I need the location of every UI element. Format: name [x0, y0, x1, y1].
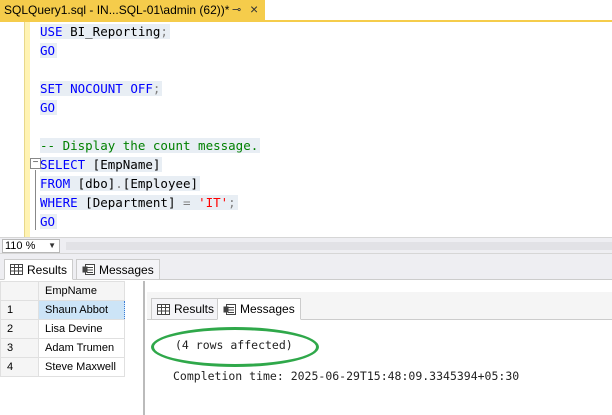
code-line-text: SELECT [EmpName]	[40, 157, 163, 172]
code-token: GO	[40, 214, 56, 229]
code-line-text: WHERE [Department] = 'IT';	[40, 195, 238, 210]
row-number[interactable]: 3	[0, 338, 39, 358]
code-token: -- Display the count message.	[40, 138, 259, 153]
code-line[interactable]: FROM [dbo].[Employee]	[40, 174, 260, 193]
messages-icon	[223, 303, 236, 315]
code-line-text: SET NOCOUNT OFF;	[40, 81, 163, 96]
code-line[interactable]: -- Display the count message.	[40, 136, 261, 155]
code-token: OFF	[130, 81, 153, 96]
messages-panel: Results Messages (4 rows affected) Compl…	[147, 292, 612, 415]
inner-tab-messages[interactable]: Messages	[217, 298, 301, 320]
code-line[interactable]	[40, 60, 260, 79]
code-line[interactable]: USE BI_Reporting;	[40, 22, 260, 41]
code-token: [Department]	[77, 195, 183, 210]
code-token: 'IT'	[198, 195, 229, 210]
table-row[interactable]: 1 Shaun Abbot	[0, 300, 125, 320]
results-pane: Results Messages EmpName 1 Shaun Abbot 2…	[0, 254, 612, 415]
tab-results-label: Results	[27, 262, 68, 277]
editor-status-bar: 110 % ▼	[0, 237, 612, 254]
code-line[interactable]: SET NOCOUNT OFF;	[40, 79, 260, 98]
chevron-down-icon: ▼	[48, 241, 56, 250]
table-row[interactable]: 4 Steve Maxwell	[0, 357, 125, 377]
inner-tab-results-label: Results	[174, 302, 215, 316]
results-table: EmpName 1 Shaun Abbot 2 Lisa Devine 3 Ad…	[0, 281, 125, 377]
completion-time-message: Completion time: 2025-06-29T15:48:09.334…	[173, 369, 520, 383]
code-token: NOCOUNT	[70, 81, 123, 96]
inner-tab-results[interactable]: Results	[151, 298, 221, 320]
code-token: WHERE	[40, 195, 78, 210]
horizontal-scrollbar[interactable]	[66, 242, 612, 250]
zoom-dropdown[interactable]: 110 % ▼	[2, 239, 60, 253]
results-grid[interactable]: EmpName 1 Shaun Abbot 2 Lisa Devine 3 Ad…	[0, 281, 145, 415]
code-line[interactable]: GO	[40, 212, 260, 231]
collapse-icon[interactable]: −	[30, 158, 41, 169]
row-number[interactable]: 4	[0, 357, 39, 377]
code-token: USE	[40, 24, 63, 39]
code-token: [EmpName]	[85, 157, 161, 172]
code-line-text: USE BI_Reporting;	[40, 24, 170, 39]
code-line-text: GO	[40, 100, 58, 115]
grid-cell[interactable]: Adam Trumen	[38, 338, 125, 358]
code-line[interactable]: SELECT [EmpName]	[40, 155, 260, 174]
code-token: GO	[40, 100, 56, 115]
code-line-text: -- Display the count message.	[40, 138, 261, 153]
row-number[interactable]: 1	[0, 300, 39, 320]
code-token: SELECT	[40, 157, 86, 172]
code-token: ;	[152, 81, 161, 96]
document-tab-strip: SQLQuery1.sql - IN...SQL-01\admin (62))*…	[0, 0, 612, 22]
code-line[interactable]: GO	[40, 41, 260, 60]
query-tab-title: SQLQuery1.sql - IN...SQL-01\admin (62))*	[4, 3, 230, 17]
code-token: [Employee]	[122, 176, 199, 191]
zoom-level: 110 %	[5, 240, 36, 252]
editor-margin	[0, 22, 24, 237]
tab-messages[interactable]: Messages	[76, 259, 160, 280]
code-line[interactable]	[40, 117, 260, 136]
fold-guide	[35, 170, 36, 230]
code-token: .	[115, 176, 123, 191]
code-line[interactable]: GO	[40, 98, 260, 117]
code-line-text: GO	[40, 43, 58, 58]
code-token: ;	[228, 195, 236, 210]
row-number[interactable]: 2	[0, 319, 39, 339]
close-icon[interactable]: ×	[250, 1, 258, 17]
query-document-tab[interactable]: SQLQuery1.sql - IN...SQL-01\admin (62))*…	[0, 0, 265, 20]
inner-tab-bar: Results Messages	[147, 292, 612, 320]
row-header-corner[interactable]	[0, 281, 39, 301]
sql-code[interactable]: USE BI_Reporting; GO SET NOCOUNT OFF; GO -- …	[40, 22, 261, 231]
tab-messages-label: Messages	[99, 262, 154, 277]
grid-cell[interactable]: Lisa Devine	[38, 319, 125, 339]
query-editor[interactable]: USE BI_Reporting; GO SET NOCOUNT OFF; GO -- …	[0, 22, 612, 237]
pin-icon[interactable]: ⊸	[232, 3, 241, 16]
grid-icon	[10, 264, 23, 275]
tab-results[interactable]: Results	[4, 259, 74, 280]
grid-cell[interactable]: Steve Maxwell	[38, 357, 125, 377]
table-row[interactable]: 3 Adam Trumen	[0, 338, 125, 358]
change-tracking-bar	[24, 22, 30, 237]
table-row[interactable]: 2 Lisa Devine	[0, 319, 125, 339]
column-header-empname[interactable]: EmpName	[38, 281, 125, 301]
code-token: [dbo]	[70, 176, 116, 191]
code-token: FROM	[40, 176, 71, 191]
code-line-text: FROM [dbo].[Employee]	[40, 176, 201, 191]
code-token: BI_Reporting	[62, 24, 161, 39]
code-line-text: GO	[40, 214, 58, 229]
code-token: SET	[40, 81, 63, 96]
code-token: =	[183, 195, 191, 210]
code-token: ;	[160, 24, 168, 39]
grid-icon	[157, 303, 170, 315]
code-token: GO	[40, 43, 56, 58]
messages-icon	[82, 264, 95, 275]
inner-tab-messages-label: Messages	[240, 302, 295, 316]
results-tab-bar: Results Messages	[0, 254, 612, 280]
code-line[interactable]: WHERE [Department] = 'IT';	[40, 193, 260, 212]
highlight-ellipse	[151, 327, 319, 367]
grid-cell[interactable]: Shaun Abbot	[38, 300, 125, 320]
